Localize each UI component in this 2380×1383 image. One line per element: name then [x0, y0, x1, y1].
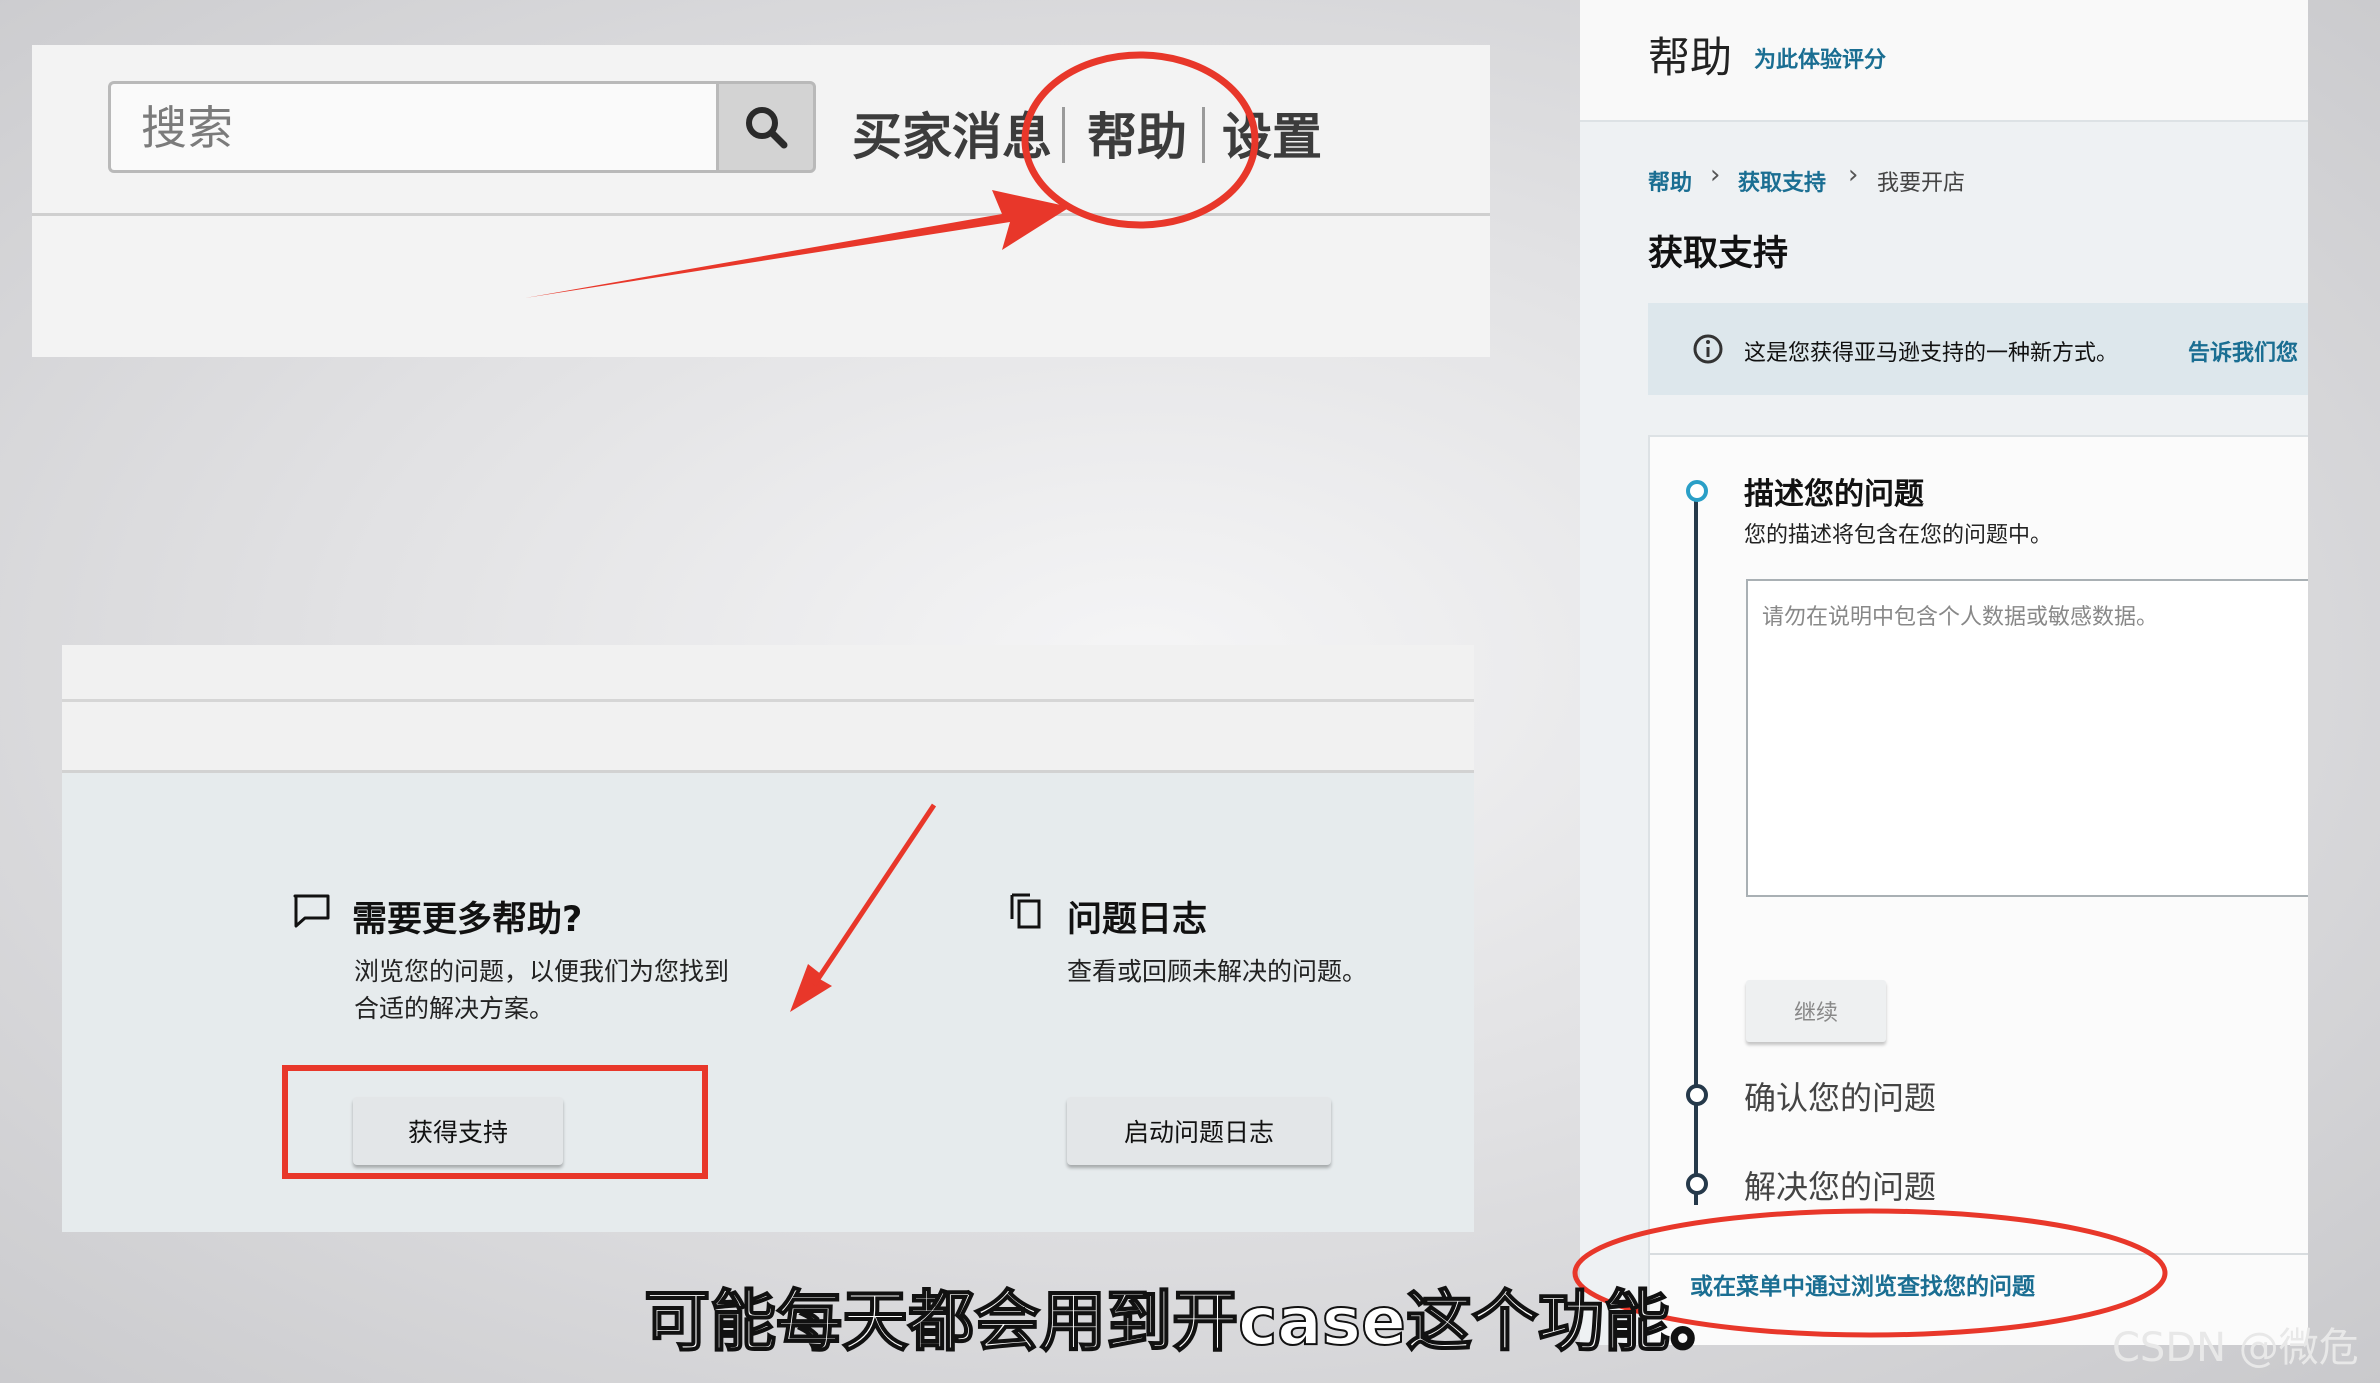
nav-buyer-messages[interactable]: 买家消息	[852, 97, 1052, 169]
start-case-log-button[interactable]: 启动问题日志	[1067, 1097, 1331, 1165]
search-button[interactable]	[716, 81, 816, 173]
divider	[1650, 1253, 2308, 1255]
need-help-title: 需要更多帮助?	[352, 900, 583, 940]
panel-top-strip	[62, 645, 1474, 773]
chevron-right-icon: ›	[1710, 160, 1721, 190]
breadcrumb-current: 我要开店	[1877, 171, 1966, 196]
help-header: 帮助 为此体验评分	[1580, 0, 2308, 122]
info-banner: 这是您获得亚马逊支持的一种新方式。 告诉我们您	[1648, 303, 2308, 395]
need-help-description: 浏览您的问题，以便我们为您找到 合适的解决方案。	[354, 953, 729, 1027]
search-field[interactable]	[108, 81, 716, 173]
copy-documents-icon	[1010, 893, 1041, 929]
seller-header-panel: 买家消息 帮助 设置	[32, 45, 1490, 357]
chat-bubble-icon	[293, 894, 330, 928]
timeline-step-dot-active	[1686, 480, 1708, 502]
get-support-panel: 帮助 为此体验评分 帮助 › 获取支持 › 我要开店 获取支持 这是您获得亚马逊…	[1580, 0, 2308, 1345]
step-confirm-label: 确认您的问题	[1744, 1079, 1937, 1117]
get-support-button[interactable]: 获得支持	[353, 1097, 563, 1165]
page-title: 获取支持	[1648, 234, 1789, 274]
help-title: 帮助	[1648, 33, 1733, 82]
breadcrumb-get-support[interactable]: 获取支持	[1738, 165, 1826, 197]
search-icon	[746, 107, 788, 149]
video-subtitle: 可能每天都会用到开case这个功能。	[643, 1282, 1737, 1361]
chevron-right-icon: ›	[1848, 160, 1859, 190]
support-steps-card: 描述您的问题 您的描述将包含在您的问题中。 继续 确认您的问题 解决您的问题 或…	[1648, 435, 2308, 1345]
issue-description-textarea[interactable]	[1746, 579, 2308, 897]
feedback-link[interactable]: 告诉我们您	[2188, 335, 2298, 367]
search-input[interactable]	[139, 84, 703, 172]
nav-separator	[1202, 107, 1205, 163]
nav-separator	[1062, 107, 1065, 163]
step-describe-title: 描述您的问题	[1744, 477, 1924, 512]
help-options-panel: 需要更多帮助? 浏览您的问题，以便我们为您找到 合适的解决方案。 获得支持 问题…	[62, 645, 1474, 1232]
rate-experience-link[interactable]: 为此体验评分	[1754, 42, 1886, 74]
need-help-desc-line: 浏览您的问题，以便我们为您找到	[354, 957, 730, 986]
header-divider	[32, 213, 1490, 216]
need-help-desc-line: 合适的解决方案。	[354, 994, 555, 1023]
timeline-step-dot	[1686, 1173, 1708, 1195]
breadcrumb-help[interactable]: 帮助	[1648, 165, 1692, 197]
continue-button[interactable]: 继续	[1746, 980, 1886, 1042]
step-resolve-label: 解决您的问题	[1744, 1168, 1937, 1206]
case-log-description: 查看或回顾未解决的问题。	[1067, 957, 1368, 986]
info-icon	[1693, 334, 1723, 364]
timeline-step-dot	[1686, 1084, 1708, 1106]
step-describe-desc: 您的描述将包含在您的问题中。	[1744, 523, 2053, 548]
watermark: CSDN @微危	[2112, 1325, 2359, 1371]
info-text: 这是您获得亚马逊支持的一种新方式。	[1744, 341, 2119, 366]
case-log-title: 问题日志	[1067, 900, 1208, 940]
nav-help[interactable]: 帮助	[1087, 97, 1187, 169]
divider	[62, 699, 1474, 702]
nav-settings[interactable]: 设置	[1222, 97, 1322, 169]
